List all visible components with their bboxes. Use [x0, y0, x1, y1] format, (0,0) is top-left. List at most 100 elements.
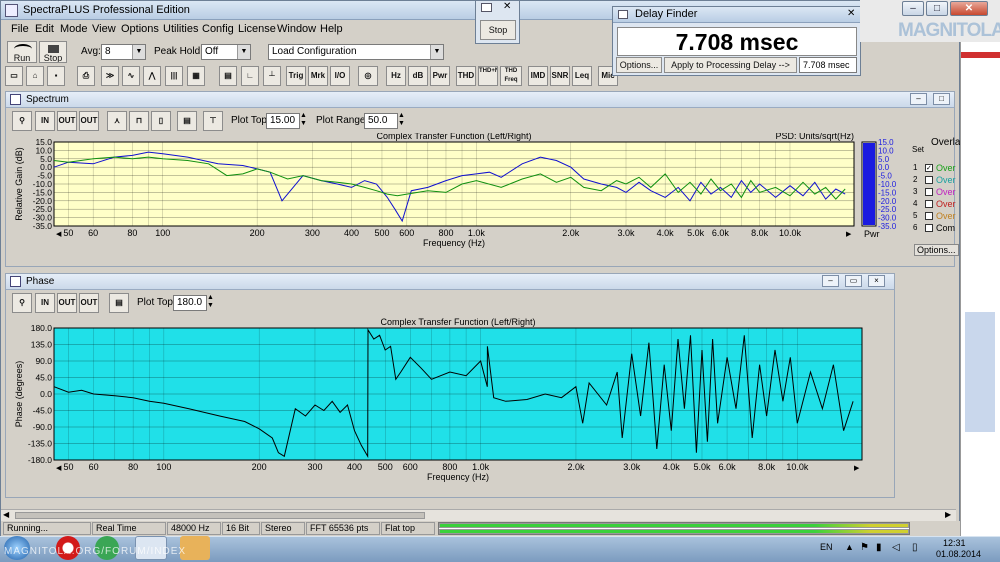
- hz-button[interactable]: Hz: [386, 66, 406, 86]
- maximize-icon[interactable]: □: [933, 93, 950, 105]
- overlay-options-button[interactable]: Options...: [914, 244, 959, 256]
- overlay-checkbox-5[interactable]: [925, 212, 933, 220]
- db-button[interactable]: dB: [408, 66, 428, 86]
- mrk-button[interactable]: Mrk: [308, 66, 328, 86]
- restore-icon[interactable]: ▭: [845, 275, 862, 287]
- scroll-left-icon[interactable]: ◀: [56, 231, 62, 238]
- axis-icon[interactable]: ∟: [241, 66, 259, 86]
- spectrum-plot-range-input[interactable]: 50.0: [364, 113, 398, 129]
- minimize-icon[interactable]: –: [822, 275, 839, 287]
- avg-select[interactable]: 8 ▼: [101, 44, 146, 60]
- spinner-icon[interactable]: ▲ ▼: [300, 112, 307, 128]
- maximize-icon[interactable]: □: [926, 1, 948, 16]
- menu-window[interactable]: Window: [277, 23, 316, 35]
- menu-options[interactable]: Options: [121, 23, 159, 35]
- new-file-icon[interactable]: ▭: [5, 66, 23, 86]
- overlay-checkbox-1[interactable]: ✓: [925, 164, 933, 172]
- menu-mode[interactable]: Mode: [60, 23, 88, 35]
- table-icon[interactable]: ▤: [177, 111, 197, 131]
- pwr-button[interactable]: Pwr: [430, 66, 450, 86]
- save-icon[interactable]: ▪: [47, 66, 65, 86]
- clock-time[interactable]: 12:31: [943, 538, 966, 548]
- stop-button[interactable]: Stop: [39, 41, 67, 63]
- zoom-in-2x-icon[interactable]: IN: [35, 111, 55, 131]
- grid-icon[interactable]: ▤: [219, 66, 237, 86]
- zoom-out-full-icon[interactable]: OUT: [79, 111, 99, 131]
- language-indicator[interactable]: EN: [820, 542, 833, 552]
- overlay-checkbox-4[interactable]: [925, 200, 933, 208]
- tray-arrow-icon[interactable]: ▲: [845, 542, 854, 552]
- menu-help[interactable]: Help: [320, 23, 343, 35]
- overlay-checkbox-2[interactable]: [925, 176, 933, 184]
- scroll-left-icon[interactable]: ◀: [56, 465, 62, 472]
- octave-plot-icon[interactable]: ▯: [151, 111, 171, 131]
- menu-config[interactable]: Config: [202, 23, 234, 35]
- run-button[interactable]: Run: [7, 41, 37, 63]
- close-icon[interactable]: ✕: [503, 1, 511, 12]
- delay-options-button[interactable]: Options...: [616, 57, 662, 73]
- open-folder-icon[interactable]: ⌂: [26, 66, 44, 86]
- cursor-icon[interactable]: ⊤: [203, 111, 223, 131]
- close-icon[interactable]: ✕: [847, 8, 855, 19]
- scroll-right-icon[interactable]: ▶: [945, 510, 951, 519]
- zoom-out-2x-icon[interactable]: OUT: [57, 111, 77, 131]
- overlay-checkbox-6[interactable]: [925, 224, 933, 232]
- config-select[interactable]: Load Configuration ▼: [268, 44, 444, 60]
- minimize-icon[interactable]: –: [910, 93, 927, 105]
- phase-plot-top-input[interactable]: 180.0: [173, 295, 207, 311]
- clock-date[interactable]: 01.08.2014: [936, 549, 981, 559]
- signal-icon[interactable]: ≫: [101, 66, 119, 86]
- spinner-icon[interactable]: ▲ ▼: [398, 112, 405, 128]
- minimize-icon[interactable]: –: [902, 1, 924, 16]
- snr-button[interactable]: SNR: [550, 66, 570, 86]
- spectrogram-icon[interactable]: ▦: [187, 66, 205, 86]
- menu-license[interactable]: License: [238, 23, 276, 35]
- ruler-icon[interactable]: ┴: [263, 66, 281, 86]
- leq-button[interactable]: Leq: [572, 66, 592, 86]
- zoom-icon[interactable]: ⚲: [12, 111, 32, 131]
- generator-icon[interactable]: ◎: [358, 66, 378, 86]
- scroll-left-icon[interactable]: ◀: [3, 510, 9, 519]
- phase-chart: Complex Transfer Function (Left/Right) 50…: [14, 317, 863, 482]
- menu-edit[interactable]: Edit: [35, 23, 54, 35]
- delay-readout: 7.708 msec: [799, 57, 857, 73]
- menu-view[interactable]: View: [92, 23, 116, 35]
- line-plot-icon[interactable]: ⋏: [107, 111, 127, 131]
- scroll-right-icon[interactable]: ▶: [846, 231, 852, 238]
- table-icon[interactable]: ▤: [109, 293, 129, 313]
- scroll-thumb[interactable]: [15, 512, 425, 519]
- scroll-right-icon[interactable]: ▶: [854, 465, 860, 472]
- overlay-number-3: 3: [913, 187, 918, 196]
- overlay-checkbox-3[interactable]: [925, 188, 933, 196]
- zoom-out-full-icon[interactable]: OUT: [79, 293, 99, 313]
- thd-freq-button[interactable]: THD Freq: [500, 66, 522, 86]
- bar-plot-icon[interactable]: ⊓: [129, 111, 149, 131]
- zoom-out-2x-icon[interactable]: OUT: [57, 293, 77, 313]
- tray-battery-icon[interactable]: ▯: [912, 542, 918, 553]
- menu-utilities[interactable]: Utilities: [163, 23, 198, 35]
- peak-hold-select[interactable]: Off ▼: [201, 44, 251, 60]
- menu-file[interactable]: File: [11, 23, 29, 35]
- spectrum-plot-top-input[interactable]: 15.00: [266, 113, 300, 129]
- close-icon[interactable]: ×: [868, 275, 885, 287]
- thd-n-button[interactable]: THD+N: [478, 66, 498, 86]
- spectrum-bars-icon[interactable]: |||: [165, 66, 183, 86]
- x-tick-label: 800: [442, 462, 457, 472]
- trig-button[interactable]: Trig: [286, 66, 306, 86]
- tray-network-icon[interactable]: ▮: [876, 542, 882, 553]
- io-button[interactable]: I/O: [330, 66, 350, 86]
- print-icon[interactable]: ⎙: [77, 66, 95, 86]
- zoom-in-2x-icon[interactable]: IN: [35, 293, 55, 313]
- thd-button[interactable]: THD: [456, 66, 476, 86]
- tray-volume-icon[interactable]: ◁: [892, 542, 900, 553]
- spinner-icon[interactable]: ▲ ▼: [207, 294, 214, 310]
- waveform-icon[interactable]: ∿: [122, 66, 140, 86]
- imd-button[interactable]: IMD: [528, 66, 548, 86]
- waveform-alt-icon[interactable]: ⋀: [143, 66, 161, 86]
- apply-delay-button[interactable]: Apply to Processing Delay -->: [664, 57, 797, 73]
- zoom-icon[interactable]: ⚲: [12, 293, 32, 313]
- floating-stop-button[interactable]: Stop: [480, 20, 516, 40]
- main-scrollbar[interactable]: ◀ ▶: [1, 509, 956, 521]
- tray-flag-icon[interactable]: ⚑: [860, 542, 869, 553]
- close-icon[interactable]: ✕: [950, 1, 988, 16]
